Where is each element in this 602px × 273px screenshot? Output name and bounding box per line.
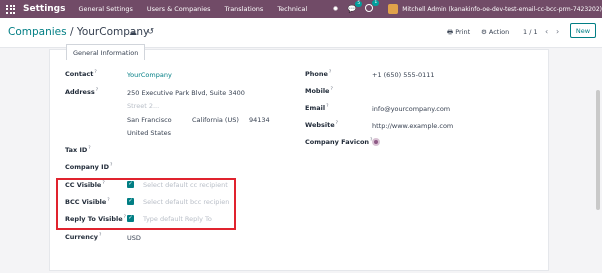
- pager-next-icon[interactable]: ›: [556, 27, 559, 36]
- scrollbar[interactable]: [596, 90, 600, 210]
- bug-icon[interactable]: ✹: [333, 5, 339, 13]
- company-favicon-label: Company Favicon?: [305, 138, 372, 147]
- favicon-image-icon[interactable]: [372, 138, 380, 146]
- top-navbar: Settings General Settings Users & Compan…: [0, 0, 602, 18]
- phone-field[interactable]: +1 (650) 555-0111: [372, 71, 435, 79]
- zip-field[interactable]: 94134: [249, 116, 270, 124]
- chat-badge: 5: [355, 1, 363, 7]
- save-cloud-icon[interactable]: ☁: [129, 28, 137, 37]
- print-button[interactable]: 🖶 Print: [447, 28, 470, 39]
- avatar[interactable]: [388, 4, 399, 14]
- user-menu[interactable]: Mitchell Admin (kanakinfo-oe-dev-test-em…: [402, 6, 602, 13]
- printer-icon: 🖶: [447, 28, 454, 36]
- website-label: Website?: [305, 121, 339, 130]
- apps-grid-icon[interactable]: [6, 4, 18, 14]
- activity-icon[interactable]: 1: [365, 0, 380, 14]
- chat-icon[interactable]: 💬 5: [347, 1, 363, 13]
- email-field[interactable]: info@yourcompany.com: [372, 105, 450, 113]
- city-field[interactable]: San Francisco: [127, 116, 172, 124]
- highlight-box: [56, 178, 236, 230]
- menu-users-companies[interactable]: Users & Companies: [147, 5, 211, 13]
- menu-general-settings[interactable]: General Settings: [78, 5, 132, 13]
- pager-value[interactable]: 1 / 1: [523, 28, 538, 36]
- country-field[interactable]: United States: [127, 129, 171, 137]
- address-label: Address?: [65, 88, 99, 97]
- street2-field[interactable]: Street 2...: [127, 102, 159, 110]
- gear-icon: ⚙: [481, 28, 487, 36]
- menu-translations[interactable]: Translations: [225, 5, 264, 13]
- currency-field[interactable]: USD: [127, 234, 141, 242]
- contact-label: Contact?: [65, 70, 97, 79]
- street-field[interactable]: 250 Executive Park Blvd, Suite 3400: [127, 89, 245, 97]
- breadcrumb-companies[interactable]: Companies: [8, 26, 67, 38]
- discard-icon[interactable]: ↺: [147, 27, 154, 37]
- tab-general-information[interactable]: General Information: [66, 44, 146, 60]
- activity-badge: 1: [372, 0, 380, 6]
- breadcrumb-current: YourCompany: [76, 26, 150, 38]
- form-sheet: [49, 49, 549, 271]
- app-brand[interactable]: Settings: [23, 4, 65, 14]
- contact-field[interactable]: YourCompany: [127, 71, 172, 79]
- tax-id-label: Tax ID?: [65, 146, 91, 155]
- new-button[interactable]: New: [570, 23, 596, 38]
- menu-technical[interactable]: Technical: [277, 5, 307, 13]
- phone-label: Phone?: [305, 70, 332, 79]
- mobile-label: Mobile?: [305, 87, 333, 96]
- company-id-label: Company ID?: [65, 163, 113, 172]
- website-field[interactable]: http://www.example.com: [372, 122, 453, 130]
- email-label: Email?: [305, 104, 329, 113]
- currency-label: Currency?: [65, 233, 102, 242]
- breadcrumb-separator: /: [69, 26, 74, 38]
- pager-previous-icon[interactable]: ‹: [545, 27, 548, 36]
- state-field[interactable]: California (US): [192, 116, 239, 124]
- action-button[interactable]: ⚙ Action: [481, 28, 509, 36]
